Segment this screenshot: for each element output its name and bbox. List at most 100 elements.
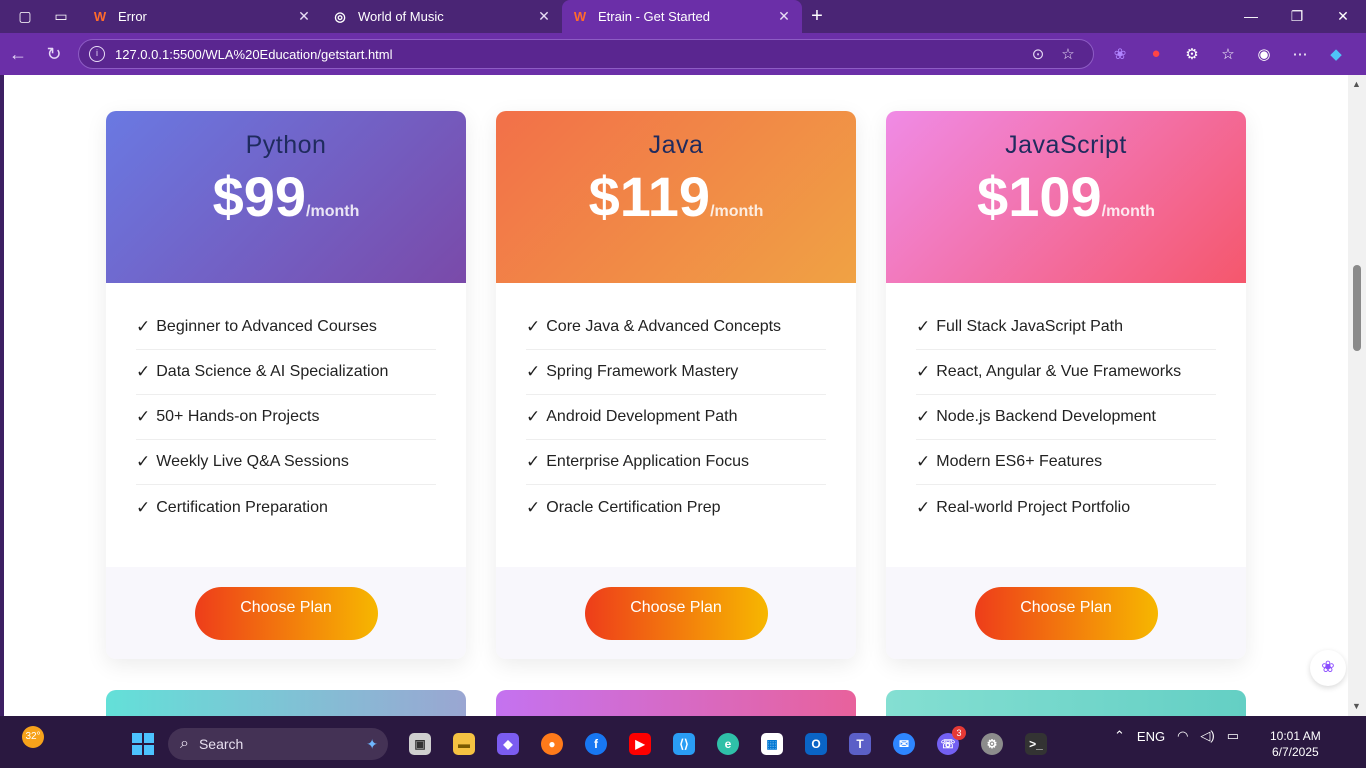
window-controls: — ❐ ✕ (1228, 8, 1366, 25)
more-menu-icon[interactable]: ⋯ (1282, 45, 1318, 63)
settings-icon[interactable]: ⚙ (970, 728, 1014, 760)
feature-item: ✓ Android Development Path (526, 395, 826, 440)
copilot-icon[interactable]: ◆ (1318, 45, 1354, 63)
vscode-icon[interactable]: ⟨⟩ (662, 728, 706, 760)
copilot-floating-icon[interactable]: ❀ (1310, 650, 1346, 686)
feature-item: ✓ Node.js Backend Development (916, 395, 1216, 440)
copilot-extension-icon[interactable]: ❀ (1102, 45, 1138, 63)
price-period: /month (710, 203, 764, 220)
feature-item: ✓ Beginner to Advanced Courses (136, 305, 436, 350)
task-view-icon[interactable]: ▣ (398, 728, 442, 760)
plan-footer: Choose Plan (106, 567, 466, 659)
tab-error[interactable]: W Error ✕ (82, 0, 322, 33)
plan-price: $99/month (106, 164, 466, 229)
date: 6/7/2025 (1271, 745, 1319, 759)
scroll-down-icon[interactable]: ▼ (1352, 701, 1361, 711)
profile-avatar[interactable]: ◉ (1246, 45, 1282, 63)
check-icon: ✓ (916, 362, 931, 381)
feature-item: ✓ Weekly Live Q&A Sessions (136, 440, 436, 485)
tab-etrain[interactable]: W Etrain - Get Started ✕ (562, 0, 802, 33)
choose-plan-button[interactable]: Choose Plan (194, 587, 378, 640)
viber-icon[interactable]: ☏ 3 (926, 726, 970, 760)
check-icon: ✓ (526, 452, 541, 471)
messenger-icon[interactable]: ✉ (882, 728, 926, 760)
start-button[interactable] (132, 733, 154, 755)
weather-icon[interactable]: 32° (22, 726, 44, 748)
back-icon[interactable]: ← (0, 44, 36, 65)
refresh-icon[interactable]: ↻ (36, 44, 72, 65)
close-tab-icon[interactable]: ✕ (536, 8, 552, 25)
site-info-icon[interactable]: i (89, 46, 105, 62)
page-scrollbar[interactable]: ▲ ▼ (1348, 75, 1366, 716)
check-icon: ✓ (136, 362, 151, 381)
feature-item: ✓ 50+ Hands-on Projects (136, 395, 436, 440)
tab-bar: ▢ ▭ W Error ✕ ◎ World of Music ✕ W Etrai… (0, 0, 1366, 33)
choose-plan-button[interactable]: Choose Plan (584, 587, 768, 640)
taskbar-search[interactable]: ⌕ Search ✦ (168, 728, 388, 760)
outlook-icon[interactable]: O (794, 728, 838, 760)
store-icon[interactable]: ▦ (750, 728, 794, 760)
close-window-icon[interactable]: ✕ (1320, 8, 1366, 25)
feature-item: ✓ Data Science & AI Specialization (136, 350, 436, 395)
check-icon: ✓ (136, 407, 151, 426)
url-text: 127.0.0.1:5500/WLA%20Education/getstart.… (115, 46, 393, 62)
feature-list: ✓ Core Java & Advanced Concepts ✓ Spring F… (496, 283, 856, 530)
close-tab-icon[interactable]: ✕ (296, 8, 312, 25)
battery-icon[interactable]: ▭ (1227, 728, 1239, 744)
choose-plan-button[interactable]: Choose Plan (974, 587, 1158, 640)
clock[interactable]: 10:01 AM 6/7/2025 (1270, 728, 1321, 760)
feature-item: ✓ Core Java & Advanced Concepts (526, 305, 826, 350)
favorites-icon[interactable]: ☆ (1210, 45, 1246, 63)
scroll-up-icon[interactable]: ▲ (1352, 79, 1361, 89)
wifi-icon[interactable]: ◠ (1177, 728, 1188, 744)
search-label: Search (198, 736, 244, 752)
file-explorer-icon[interactable]: ▬ (442, 728, 486, 760)
check-icon: ✓ (136, 452, 151, 471)
time: 10:01 AM (1270, 729, 1321, 743)
plan-name: JavaScript (1005, 131, 1127, 159)
check-icon: ✓ (916, 452, 931, 471)
restore-icon[interactable]: ❐ (1274, 8, 1320, 25)
plan-card-javascript: JavaScript $109/month ✓ Full Stack JavaSc… (886, 111, 1246, 659)
price-value: $119 (588, 165, 711, 228)
check-icon: ✓ (136, 317, 151, 336)
plan-name: Java (648, 131, 704, 159)
minimize-icon[interactable]: — (1228, 8, 1274, 25)
next-plan-card-header (106, 690, 466, 716)
chevron-up-icon[interactable]: ⌃ (1114, 728, 1125, 744)
new-tab-button[interactable]: + (802, 5, 832, 28)
tab-title: World of Music (358, 9, 444, 24)
language-indicator[interactable]: ENG (1137, 729, 1165, 744)
close-tab-icon[interactable]: ✕ (776, 8, 792, 25)
feature-item: ✓ Modern ES6+ Features (916, 440, 1216, 485)
copilot-app-icon[interactable]: ◆ (486, 728, 530, 760)
plan-header: Python $99/month (106, 111, 466, 283)
extensions-icon[interactable]: ⚙ (1174, 45, 1210, 63)
reading-mode-icon[interactable]: ⊙ (1023, 45, 1053, 63)
youtube-icon[interactable]: ▶ (618, 728, 662, 760)
firefox-icon[interactable]: ● (530, 728, 574, 760)
terminal-icon[interactable]: >_ (1014, 728, 1058, 760)
tab-world-of-music[interactable]: ◎ World of Music ✕ (322, 0, 562, 33)
facebook-icon[interactable]: f (574, 728, 618, 760)
check-icon: ✓ (916, 497, 931, 517)
check-icon: ✓ (526, 407, 541, 426)
volume-icon[interactable]: ◁) (1200, 728, 1214, 744)
price-period: /month (306, 203, 360, 220)
check-icon: ✓ (916, 317, 931, 336)
check-icon: ✓ (136, 497, 151, 517)
system-tray: ⌃ ENG ◠ ◁) ▭ (1114, 728, 1251, 744)
page-viewport: Python $99/month ✓ Beginner to Advanced C… (4, 75, 1348, 716)
price-value: $109 (977, 165, 1102, 228)
feature-item: ✓ Enterprise Application Focus (526, 440, 826, 485)
tab-actions-icon[interactable]: ▭ (50, 6, 72, 28)
favorite-star-icon[interactable]: ☆ (1053, 45, 1083, 63)
extension-f-icon[interactable]: ● (1138, 45, 1174, 63)
teams-icon[interactable]: T (838, 728, 882, 760)
scroll-thumb[interactable] (1353, 265, 1361, 351)
workspaces-icon[interactable]: ▢ (14, 6, 36, 28)
feature-item: ✓ React, Angular & Vue Frameworks (916, 350, 1216, 395)
url-field[interactable]: i 127.0.0.1:5500/WLA%20Education/getstar… (78, 39, 1094, 69)
feature-item: ✓ Certification Preparation (136, 497, 328, 517)
edge-icon[interactable]: e (706, 728, 750, 760)
